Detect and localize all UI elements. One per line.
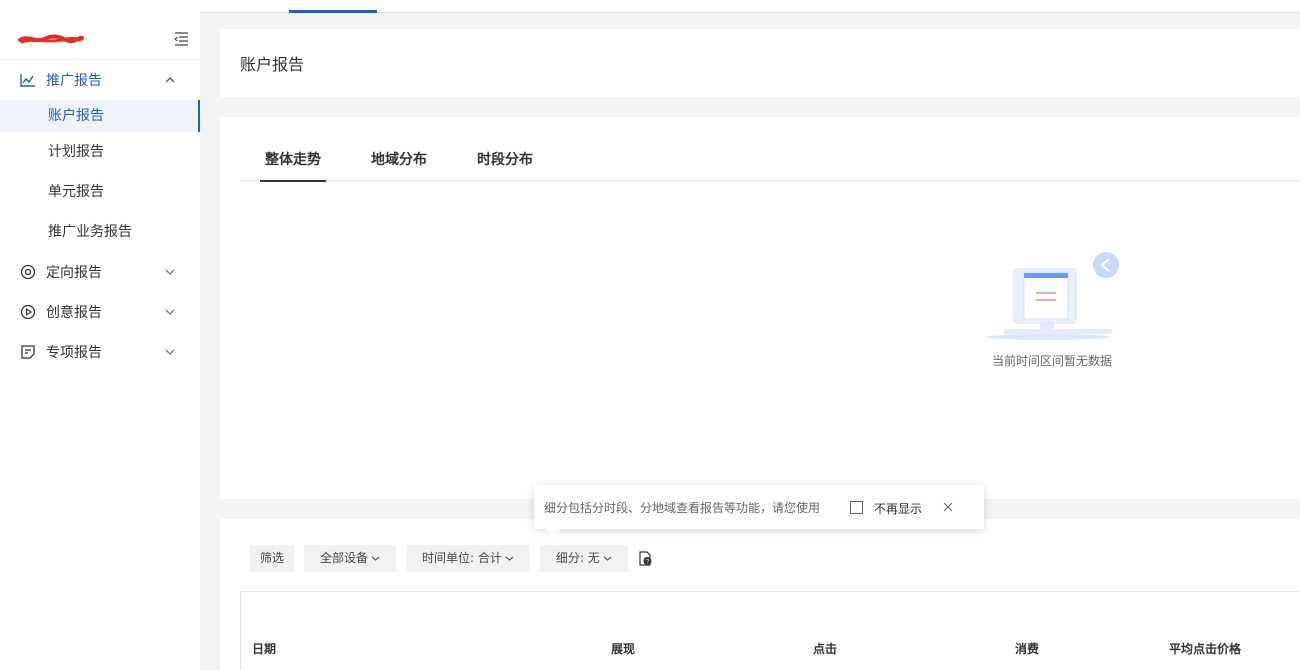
play-circle-icon (20, 304, 36, 320)
nav-group-targeting-report[interactable]: 定向报告 (0, 252, 200, 292)
top-nav-bar (200, 0, 1300, 13)
help-document-icon[interactable]: ? (638, 551, 653, 566)
top-nav-active-indicator (289, 10, 377, 13)
nav-group-label: 定向报告 (46, 265, 102, 281)
sidebar-item-account-report[interactable]: 账户报告 (0, 100, 200, 132)
chevron-up-icon (165, 77, 175, 83)
nav-group-promotion-report[interactable]: 推广报告 (0, 60, 200, 100)
nav-group-label: 创意报告 (46, 305, 102, 321)
sidebar: 推广报告 账户报告 计划报告 单元报告 推广业务报告 定向报告 创意报告 专项报… (0, 0, 200, 670)
page-header-card: 账户报告 (220, 29, 1300, 97)
target-icon (20, 264, 36, 280)
page-title: 账户报告 (240, 55, 305, 74)
nav-group-special-report[interactable]: 专项报告 (0, 332, 200, 372)
empty-state-illustration (986, 252, 1119, 340)
sidebar-item-business-report[interactable]: 推广业务报告 (0, 212, 200, 252)
chevron-down-icon (165, 309, 175, 315)
filter-label: 筛选 (260, 551, 285, 565)
column-header-cost[interactable]: 消费 (1015, 640, 1039, 657)
column-header-clicks[interactable]: 点击 (813, 640, 837, 657)
chevron-down-icon (165, 269, 175, 275)
tab-region-distribution[interactable]: 地域分布 (371, 149, 427, 169)
chevron-down-icon (505, 556, 514, 561)
tab-overall-trend[interactable]: 整体走势 (260, 149, 326, 182)
column-header-avg-cpc[interactable]: 平均点击价格 (1169, 640, 1241, 657)
popover-arrow (546, 529, 560, 536)
trend-card: 整体走势 地域分布 时段分布 当前时间区间暂无数据 (220, 117, 1300, 499)
redacted-logo (18, 34, 84, 44)
filter-button[interactable]: 筛选 (250, 545, 295, 572)
sidebar-item-plan-report[interactable]: 计划报告 (0, 132, 200, 172)
trend-tabs: 整体走势 地域分布 时段分布 (240, 139, 1300, 182)
report-table: 日期 展现 点击 消费 平均点击价格 (240, 591, 1300, 670)
column-header-date[interactable]: 日期 (252, 640, 276, 657)
time-unit-dropdown-value: 时间单位: 合计 (422, 551, 502, 565)
filter-bar: 筛选 全部设备 时间单位: 合计 细分: 无 ? (250, 545, 653, 572)
dont-show-again-label[interactable]: 不再显示 (874, 500, 922, 517)
dont-show-again-checkbox[interactable] (850, 501, 863, 514)
chevron-down-icon (603, 556, 612, 561)
sidebar-item-unit-report[interactable]: 单元报告 (0, 172, 200, 212)
breakdown-dropdown[interactable]: 细分: 无 (539, 545, 628, 572)
device-dropdown[interactable]: 全部设备 (304, 545, 397, 572)
chevron-down-icon (371, 556, 380, 561)
nav-group-label: 推广报告 (46, 73, 102, 89)
line-chart-icon (20, 72, 36, 88)
brand-area (0, 0, 200, 60)
device-dropdown-value: 全部设备 (320, 551, 369, 565)
column-header-impressions[interactable]: 展现 (611, 640, 635, 657)
nav-group-label: 专项报告 (46, 345, 102, 361)
breakdown-tip-popover: 细分包括分时段、分地域查看报告等功能，请您使用 不再显示 (534, 485, 984, 536)
time-unit-dropdown[interactable]: 时间单位: 合计 (406, 545, 530, 572)
document-icon (20, 344, 36, 360)
tab-time-distribution[interactable]: 时段分布 (477, 149, 533, 169)
empty-state-text: 当前时间区间暂无数据 (992, 354, 1113, 368)
breakdown-dropdown-value: 细分: 无 (555, 551, 600, 565)
tip-text: 细分包括分时段、分地域查看报告等功能，请您使用 (544, 501, 821, 515)
nav-group-creative-report[interactable]: 创意报告 (0, 292, 200, 332)
report-table-card: 筛选 全部设备 时间单位: 合计 细分: 无 ? 日期 展现 点击 消费 平均点… (220, 519, 1300, 670)
chevron-down-icon (165, 349, 175, 355)
menu-collapse-icon[interactable] (174, 32, 189, 46)
close-icon[interactable] (942, 501, 954, 513)
